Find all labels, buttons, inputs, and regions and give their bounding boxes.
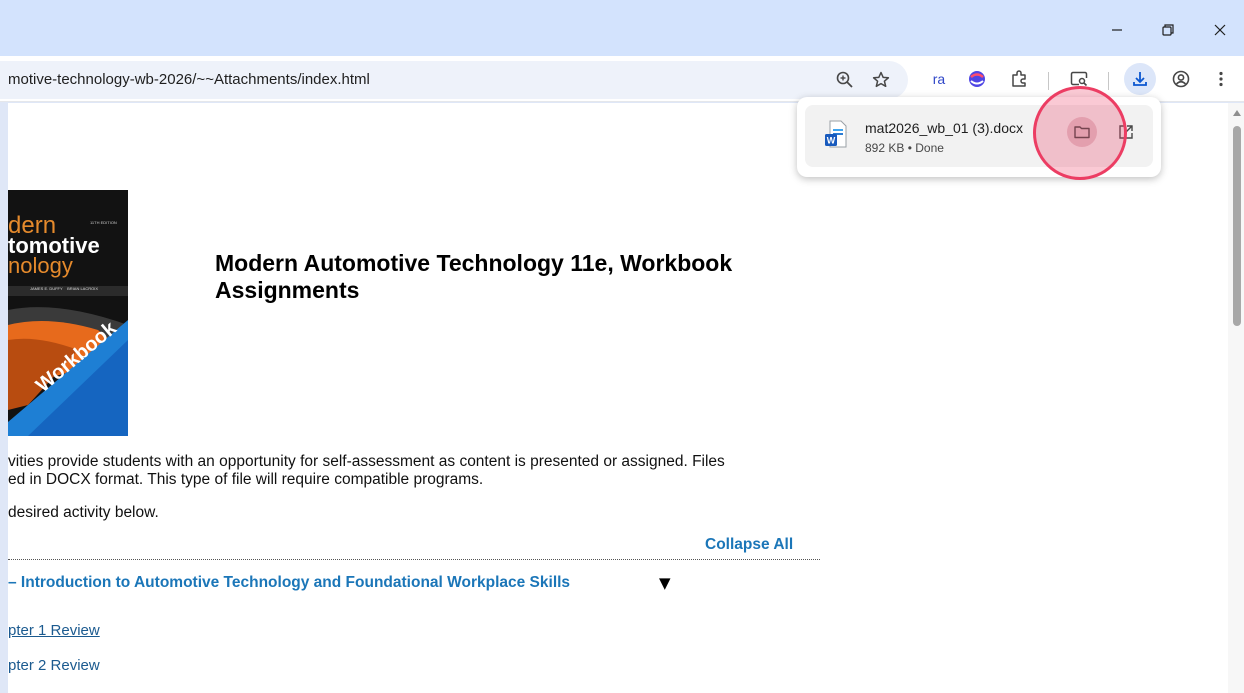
description-text: vities provide students with an opportun…	[8, 453, 725, 488]
svg-text:W: W	[827, 136, 836, 146]
section-heading-link[interactable]: – Introduction to Automotive Technology …	[8, 574, 570, 592]
extension-color-icon[interactable]	[964, 66, 990, 92]
folder-icon	[1074, 126, 1090, 139]
screen-search-icon[interactable]	[1066, 66, 1092, 92]
word-file-icon: W	[825, 120, 847, 148]
chapter-2-review-link[interactable]: pter 2 Review	[8, 657, 100, 674]
download-meta: 892 KB • Done	[865, 141, 944, 155]
zoom-icon[interactable]	[832, 67, 858, 93]
divider	[8, 559, 820, 560]
page-content: dern tomotive nology 11TH EDITION JAMES …	[8, 103, 1228, 693]
restore-icon[interactable]	[1156, 18, 1180, 42]
scroll-up-arrow-icon[interactable]	[1233, 110, 1241, 116]
book-cover-image: dern tomotive nology 11TH EDITION JAMES …	[8, 190, 128, 436]
bookmark-star-icon[interactable]	[868, 67, 894, 93]
profile-icon[interactable]	[1168, 66, 1194, 92]
scrollbar-thumb[interactable]	[1233, 126, 1241, 326]
open-file-button[interactable]	[1114, 120, 1138, 144]
close-icon[interactable]	[1208, 18, 1232, 42]
download-bubble: W mat2026_wb_01 (3).docx 892 KB • Done	[797, 97, 1161, 177]
extension-ra-icon[interactable]: ra	[926, 66, 952, 92]
address-bar[interactable]: motive-technology-wb-2026/~~Attachments/…	[0, 61, 908, 99]
show-in-folder-button[interactable]	[1067, 117, 1097, 147]
caret-down-icon[interactable]: ▼	[659, 574, 671, 592]
url-text[interactable]: motive-technology-wb-2026/~~Attachments/…	[8, 71, 370, 88]
title-bar	[0, 0, 1244, 56]
download-icon[interactable]	[1124, 63, 1156, 95]
download-filename: mat2026_wb_01 (3).docx	[865, 120, 1023, 136]
minimize-icon[interactable]	[1105, 18, 1129, 42]
menu-icon[interactable]	[1208, 66, 1234, 92]
download-item[interactable]: W mat2026_wb_01 (3).docx 892 KB • Done	[805, 105, 1153, 167]
extensions-puzzle-icon[interactable]	[1006, 66, 1032, 92]
chapter-1-review-link[interactable]: pter 1 Review	[8, 622, 100, 639]
open-external-icon	[1119, 125, 1133, 139]
instruction-text: desired activity below.	[8, 504, 159, 521]
page-title: Modern Automotive Technology 11e, Workbo…	[215, 250, 733, 303]
collapse-all-link[interactable]: Collapse All	[705, 536, 793, 554]
browser-toolbar: motive-technology-wb-2026/~~Attachments/…	[0, 56, 1244, 102]
